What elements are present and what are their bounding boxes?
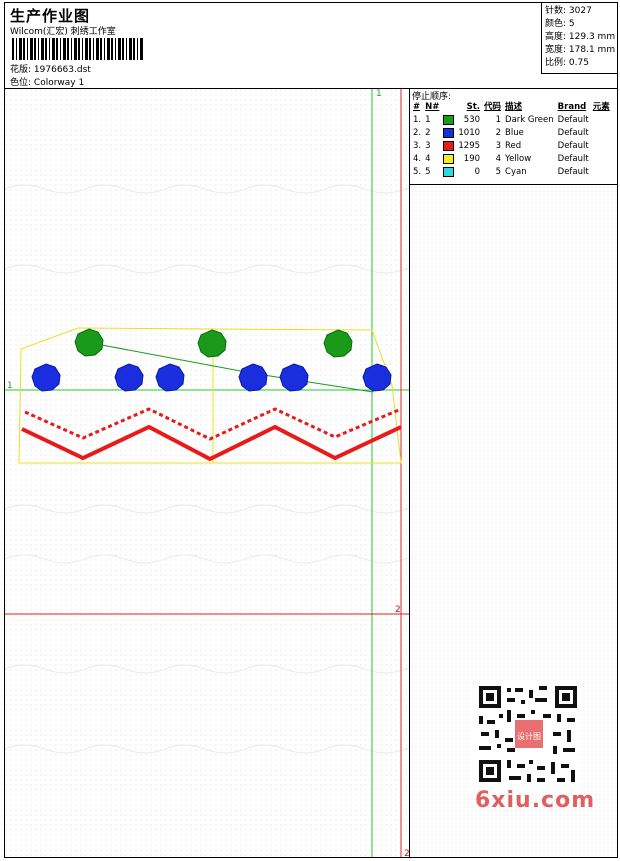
stat-height: 高度: 129.3 mm [545, 32, 616, 42]
color-swatch [443, 127, 455, 138]
col-n: N# [425, 102, 440, 112]
green-motif-3 [323, 329, 353, 358]
fabric-background [5, 89, 409, 857]
stats-panel: 针数: 3027 颜色: 5 高度: 129.3 mm 宽度: 178.1 mm… [541, 2, 618, 74]
barcode [12, 38, 144, 60]
blue-motif-4 [238, 363, 268, 392]
red-h-guide-label: 2 [395, 605, 401, 615]
table-header: # N# St. 代码 描述 Brand 元素 [411, 101, 612, 114]
stop-sequence-table: # N# St. 代码 描述 Brand 元素 1. 1 530 1 Dark … [411, 101, 612, 179]
green-motif-2 [197, 329, 227, 358]
green-motif-1 [74, 328, 104, 357]
blue-motif-2 [114, 363, 144, 392]
header: 生产作业图 Wilcom(汇宏) 刺绣工作室 花版: 1976663.dst 色… [4, 2, 618, 89]
software-name: Wilcom(汇宏) 刺绣工作室 [10, 27, 116, 37]
color-swatch [443, 140, 455, 151]
qr-stamp-text: 设计图 [517, 731, 541, 741]
design-line: 花版: 1976663.dst [10, 62, 91, 75]
stat-colors: 颜色: 5 [545, 19, 575, 29]
blue-motif-1 [31, 363, 61, 392]
qr-code-graphic: 设计图 [471, 680, 583, 792]
col-stitches: St. [466, 102, 481, 112]
table-row[interactable]: 3. 3 1295 3 Red Default [411, 140, 612, 153]
embroidery-preview: 1 1 2 2 [5, 89, 409, 857]
color-swatch [443, 153, 455, 164]
h-guide-label: 1 [7, 381, 13, 391]
blue-motif-5 [279, 363, 309, 392]
col-index: # [413, 102, 421, 112]
stop-sequence-panel: 停止顺序: # N# St. 代码 描述 Brand 元素 1. 1 530 1… [410, 89, 617, 185]
table-row[interactable]: 5. 5 0 5 Cyan Default [411, 166, 612, 179]
color-swatch [443, 114, 455, 125]
col-desc: 描述 [505, 102, 523, 112]
design-label: 花版: [10, 65, 32, 75]
v-guide-label: 1 [376, 89, 382, 99]
table-row[interactable]: 1. 1 530 1 Dark Green Default [411, 114, 612, 127]
watermark: 6xiu.com [475, 788, 596, 813]
stat-scale: 比例: 0.75 [545, 58, 589, 68]
col-swatch [441, 101, 456, 114]
design-value: 1976663.dst [33, 65, 91, 75]
col-element: 元素 [592, 102, 610, 112]
blue-motif-6 [362, 363, 392, 392]
color-swatch [443, 166, 455, 177]
colorway-label: 色位: [10, 78, 32, 88]
colorway-value: Colorway 1 [33, 78, 85, 88]
design-canvas: 1 1 2 2 [5, 89, 409, 857]
colorway-line: 色位: Colorway 1 [10, 75, 84, 88]
stat-width: 宽度: 178.1 mm [545, 45, 616, 55]
table-row[interactable]: 2. 2 1010 2 Blue Default [411, 127, 612, 140]
col-code: 代码 [484, 102, 502, 112]
col-brand: Brand [557, 102, 587, 112]
blue-motif-3 [155, 363, 185, 392]
page-title: 生产作业图 [10, 7, 91, 25]
stat-stitches: 针数: 3027 [545, 6, 592, 16]
table-row[interactable]: 4. 4 190 4 Yellow Default [411, 153, 612, 166]
qr-code: 设计图 [471, 680, 583, 792]
